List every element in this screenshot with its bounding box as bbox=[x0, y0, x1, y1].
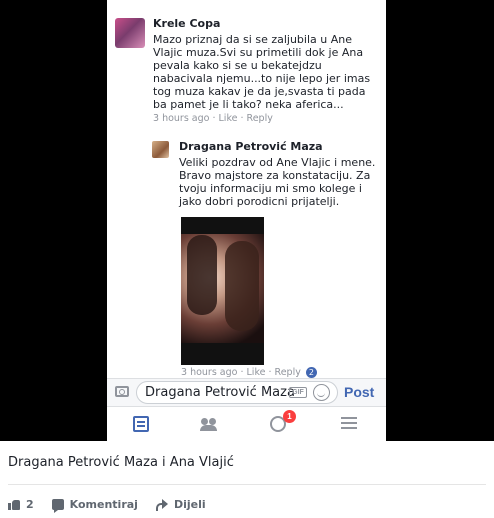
phone-screenshot: Krele Copa Mazo priznaj da si se zaljubi… bbox=[107, 0, 386, 441]
post-button[interactable]: Post bbox=[344, 384, 374, 400]
friends-icon[interactable] bbox=[200, 416, 217, 432]
commenter-name: Krele Copa bbox=[153, 17, 221, 30]
like-count: 2 bbox=[26, 497, 34, 511]
gif-icon[interactable]: GIF bbox=[289, 387, 307, 398]
commenter-avatar bbox=[115, 18, 145, 48]
comment-input-value: Dragana Petrović Maza bbox=[145, 385, 295, 400]
like-button[interactable]: 2 bbox=[8, 498, 34, 511]
share-label: Dijeli bbox=[173, 497, 206, 511]
news-feed-icon[interactable] bbox=[133, 416, 149, 432]
comment-button[interactable]: Komentiraj bbox=[51, 497, 138, 513]
share-button[interactable]: Dijeli bbox=[155, 497, 206, 511]
reply-text: Veliki pozdrav od Ane Vlajic i mene. Bra… bbox=[179, 156, 376, 208]
share-arrow-icon bbox=[155, 498, 168, 511]
comment-bubble-icon bbox=[51, 498, 64, 513]
post-actions: 2 Komentiraj Dijeli bbox=[8, 497, 224, 513]
post-caption: Dragana Petrović Maza i Ana Vlajić bbox=[8, 455, 234, 470]
reply-body: Dragana Petrović Maza Veliki pozdrav od … bbox=[179, 140, 379, 208]
menu-icon[interactable] bbox=[341, 417, 357, 431]
reply-meta-text: 3 hours ago · Like · Reply bbox=[181, 367, 301, 378]
replier-name: Dragana Petrović Maza bbox=[179, 140, 323, 153]
post-photo[interactable]: Krele Copa Mazo priznaj da si se zaljubi… bbox=[0, 0, 494, 441]
reply-reaction-count: 2 bbox=[305, 367, 317, 378]
comment-text: Mazo priznaj da si se zaljubila u Ane Vl… bbox=[153, 33, 371, 111]
reply-photo bbox=[181, 217, 264, 365]
divider bbox=[8, 484, 486, 485]
comment-body: Krele Copa Mazo priznaj da si se zaljubi… bbox=[153, 17, 381, 124]
notifications-badge: 1 bbox=[283, 410, 296, 423]
reply-meta: 3 hours ago · Like · Reply 2 bbox=[181, 367, 317, 378]
comment-input[interactable]: Dragana Petrović Maza GIF bbox=[136, 381, 338, 404]
replier-avatar bbox=[152, 141, 169, 158]
thumbs-up-icon bbox=[8, 499, 20, 510]
facebook-post: Krele Copa Mazo priznaj da si se zaljubi… bbox=[0, 0, 494, 518]
comment-label: Komentiraj bbox=[69, 497, 138, 511]
emoji-icon[interactable] bbox=[313, 384, 330, 401]
tab-bar: 1 bbox=[107, 406, 386, 441]
comment-meta: 3 hours ago · Like · Reply bbox=[153, 113, 273, 124]
comment-composer: Dragana Petrović Maza GIF Post bbox=[107, 378, 386, 406]
camera-icon[interactable] bbox=[115, 386, 129, 397]
